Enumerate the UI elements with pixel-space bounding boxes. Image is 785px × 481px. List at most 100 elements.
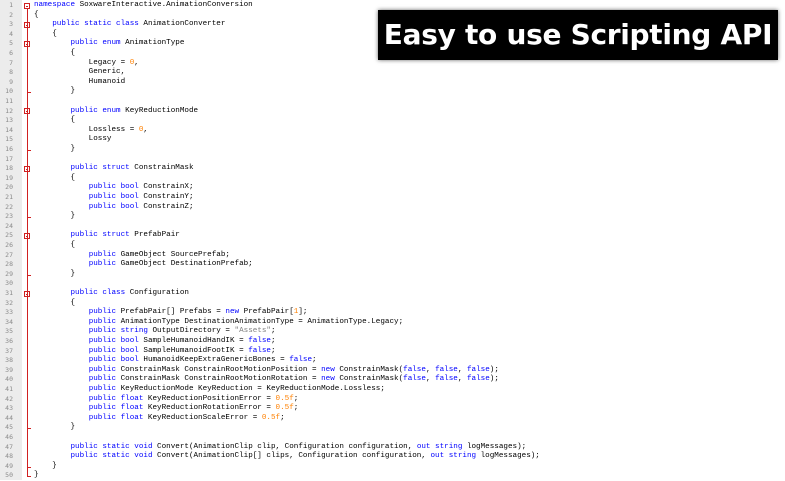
code-text: public KeyReductionMode KeyReduction = K…	[88, 385, 385, 393]
code-line[interactable]: 35 public string OutputDirectory = "Asse…	[0, 327, 785, 337]
code-line[interactable]: 24	[0, 222, 785, 232]
code-line[interactable]: 31 public class Configuration	[0, 289, 785, 299]
fold-end-tick	[27, 274, 31, 276]
code-line[interactable]: 26 {	[0, 241, 785, 251]
code-line[interactable]: 27 public GameObject SourcePrefab;	[0, 251, 785, 261]
code-line[interactable]: 48 public static void Convert(AnimationC…	[0, 452, 785, 462]
line-number: 35	[5, 327, 13, 336]
code-line[interactable]: 20 public bool ConstrainX;	[0, 183, 785, 193]
code-line[interactable]: 33 public PrefabPair[] Prefabs = new Pre…	[0, 308, 785, 318]
line-number: 33	[5, 308, 13, 317]
code-editor[interactable]: 1 namespace SoxwareInteractive.AnimationC…	[0, 0, 785, 480]
code-line[interactable]: 28 public GameObject DestinationPrefab;	[0, 260, 785, 270]
code-line[interactable]: 18 public struct ConstrainMask	[0, 164, 785, 174]
line-number: 12	[5, 106, 13, 115]
code-text: public class Configuration	[70, 289, 189, 297]
code-text: {	[34, 116, 76, 125]
line-number: 19	[5, 173, 13, 182]
code-line[interactable]: 21 public bool ConstrainY;	[0, 193, 785, 203]
code-text: public static void Convert(AnimationClip…	[70, 452, 540, 461]
code-text: public bool ConstrainX;	[88, 183, 194, 192]
line-number: 20	[5, 183, 13, 192]
line-number: 14	[5, 125, 13, 134]
line-number: 39	[5, 365, 13, 374]
code-line[interactable]: 25 public struct PrefabPair	[0, 231, 785, 241]
code-text: }	[34, 461, 57, 470]
line-number: 36	[5, 337, 13, 345]
code-line[interactable]: 12 public enum KeyReductionMode	[0, 107, 785, 117]
code-line[interactable]: 8 Generic,	[0, 68, 785, 78]
code-text: public GameObject DestinationPrefab;	[88, 260, 253, 269]
code-text: public struct PrefabPair	[70, 231, 180, 240]
line-number: 2	[9, 10, 13, 19]
fold-end-tick	[27, 150, 31, 151]
code-line[interactable]: 41 public KeyReductionMode KeyReduction …	[0, 385, 785, 395]
code-line[interactable]: 19 {	[0, 174, 785, 184]
code-line[interactable]: 39 public ConstrainMask ConstrainRootMot…	[0, 366, 785, 376]
line-number: 27	[5, 250, 13, 259]
code-text: public bool SampleHumanoidHandIK = false…	[88, 337, 276, 345]
code-line[interactable]: 46	[0, 433, 785, 443]
code-text: {	[34, 49, 76, 57]
code-line[interactable]: 49 }	[0, 462, 785, 472]
code-text: }	[34, 212, 76, 221]
code-text: public bool HumanoidKeepExtraGenericBone…	[88, 356, 317, 365]
fold-toggle-icon[interactable]	[24, 2, 30, 9]
code-line[interactable]: 14 Lossless = 0,	[0, 126, 785, 136]
code-text: public bool ConstrainY;	[88, 193, 194, 201]
line-number: 13	[5, 116, 13, 125]
code-line[interactable]: 32 {	[0, 299, 785, 309]
code-line[interactable]: 34 public AnimationType DestinationAnima…	[0, 318, 785, 328]
line-number: 7	[9, 58, 13, 67]
fold-guide-line	[27, 114, 28, 150]
code-line[interactable]: 23 }	[0, 212, 785, 222]
code-text: public ConstrainMask ConstrainRootMotion…	[88, 365, 499, 374]
code-line[interactable]: 22 public bool ConstrainZ;	[0, 203, 785, 213]
code-text: public enum AnimationType	[70, 39, 185, 48]
line-number: 42	[5, 394, 13, 403]
code-text: {	[34, 298, 76, 307]
line-number: 11	[5, 97, 13, 105]
line-number: 17	[5, 154, 13, 163]
code-text: public bool ConstrainZ;	[88, 202, 194, 211]
code-text: public PrefabPair[] Prefabs = new Prefab…	[88, 308, 308, 317]
code-line[interactable]: 36 public bool SampleHumanoidHandIK = fa…	[0, 337, 785, 347]
code-line[interactable]: 43 public float KeyReductionRotationErro…	[0, 404, 785, 414]
code-text: Lossless = 0,	[34, 125, 148, 134]
code-line[interactable]: 9 Humanoid	[0, 78, 785, 88]
code-text: public float KeyReductionRotationError =…	[88, 404, 299, 413]
code-line[interactable]: 40 public ConstrainMask ConstrainRootMot…	[0, 375, 785, 385]
fold-end-tick	[27, 217, 31, 219]
line-number: 32	[5, 298, 13, 307]
line-number: 44	[5, 413, 13, 422]
code-line[interactable]: 7 Legacy = 0,	[0, 59, 785, 69]
line-number: 8	[9, 68, 13, 77]
line-number: 26	[5, 241, 13, 249]
line-number: 48	[5, 452, 13, 461]
code-line[interactable]: 15 Lossy	[0, 135, 785, 145]
code-line[interactable]: 30	[0, 279, 785, 289]
code-line[interactable]: 10 }	[0, 87, 785, 97]
fold-guide-line	[27, 297, 28, 429]
fold-guide-line	[27, 239, 28, 275]
line-number: 10	[5, 87, 13, 96]
code-line[interactable]: 45 }	[0, 423, 785, 433]
code-line[interactable]: 47 public static void Convert(AnimationC…	[0, 443, 785, 453]
code-line[interactable]: 29 }	[0, 270, 785, 280]
line-number: 31	[5, 289, 13, 297]
code-line[interactable]: 11	[0, 97, 785, 107]
code-text: {	[34, 29, 57, 38]
code-line[interactable]: 17	[0, 155, 785, 165]
code-text: public float KeyReductionPositionError =…	[88, 394, 299, 403]
code-text: Lossy	[34, 135, 112, 144]
line-number: 38	[5, 356, 13, 365]
code-text: namespace SoxwareInteractive.AnimationCo…	[34, 1, 253, 9]
code-line[interactable]: 44 public float KeyReductionScaleError =…	[0, 414, 785, 424]
code-line[interactable]: 37 public bool SampleHumanoidFootIK = fa…	[0, 347, 785, 357]
code-line[interactable]: 16 }	[0, 145, 785, 155]
line-number: 4	[9, 29, 13, 38]
code-text: public static void Convert(AnimationClip…	[70, 442, 527, 451]
code-line[interactable]: 13 {	[0, 116, 785, 126]
code-line[interactable]: 42 public float KeyReductionPositionErro…	[0, 395, 785, 405]
code-line[interactable]: 38 public bool HumanoidKeepExtraGenericB…	[0, 356, 785, 366]
